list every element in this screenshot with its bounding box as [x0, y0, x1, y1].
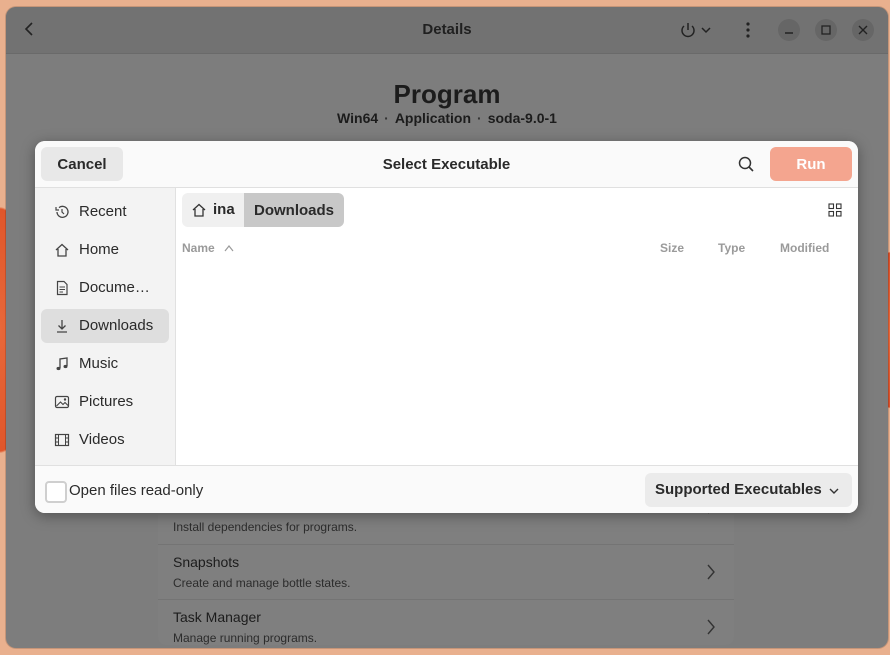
places-sidebar: Recent Home Docume… Downloads Music Pict…	[35, 188, 176, 465]
picture-icon	[54, 395, 70, 409]
run-button[interactable]: Run	[770, 147, 852, 181]
program-arch: Win64	[337, 110, 379, 126]
bottle-actions-list: Install dependencies for programs. Snaps…	[158, 498, 734, 648]
column-header-modified[interactable]: Modified	[780, 241, 829, 255]
sidebar-item-home[interactable]: Home	[41, 233, 169, 267]
file-type-filter-dropdown[interactable]: Supported Executables	[645, 473, 852, 507]
sidebar-item-documents[interactable]: Docume…	[41, 271, 169, 305]
meta-separator: ·	[477, 110, 482, 126]
search-icon[interactable]	[735, 153, 757, 175]
list-item-description: Install dependencies for programs.	[173, 520, 358, 534]
document-icon	[56, 280, 68, 296]
maximize-icon	[821, 25, 831, 35]
meta-separator: ·	[384, 110, 389, 126]
sidebar-item-label: Docume…	[79, 279, 150, 296]
sidebar-item-music[interactable]: Music	[41, 347, 169, 381]
sidebar-item-label: Music	[79, 355, 119, 372]
sidebar-item-label: Pictures	[79, 393, 134, 410]
dialog-footer: Open files read-only Supported Executabl…	[35, 465, 858, 513]
home-icon	[55, 243, 69, 257]
breadcrumb: ina Downloads	[182, 193, 345, 227]
sidebar-item-recent[interactable]: Recent	[41, 195, 169, 229]
program-meta: Win64 · Application · soda-9.0-1	[6, 110, 888, 126]
list-item-description: Create and manage bottle states.	[173, 576, 351, 590]
column-header-size[interactable]: Size	[660, 241, 684, 255]
program-name: Program	[393, 79, 501, 109]
close-button[interactable]	[852, 19, 874, 41]
download-icon	[57, 320, 67, 333]
breadcrumb-home-label: ina	[213, 201, 235, 218]
program-type: Application	[394, 110, 472, 126]
dialog-header: Cancel Select Executable Run	[35, 141, 858, 188]
close-icon	[858, 25, 868, 35]
chevron-right-icon	[707, 564, 715, 580]
clock-icon	[55, 205, 69, 218]
program-runner: soda-9.0-1	[487, 110, 557, 126]
sort-ascending-icon	[224, 245, 234, 252]
column-header-name[interactable]: Name	[182, 241, 234, 255]
list-item-title: Task Manager	[173, 609, 261, 625]
minimize-icon	[785, 32, 793, 34]
chevron-down-icon	[829, 488, 839, 494]
read-only-checkbox[interactable]	[45, 481, 67, 503]
list-item-snapshots[interactable]: Snapshots Create and manage bottle state…	[158, 544, 734, 600]
maximize-button[interactable]	[815, 19, 837, 41]
grid-view-icon[interactable]	[828, 203, 842, 217]
list-item-title: Snapshots	[173, 554, 240, 570]
sidebar-item-label: Videos	[79, 431, 125, 448]
column-name-label: Name	[182, 241, 215, 255]
read-only-label: Open files read-only	[69, 482, 204, 499]
breadcrumb-home[interactable]: ina	[182, 193, 244, 227]
filter-selected-label: Supported Executables	[655, 481, 822, 498]
list-item-task-manager[interactable]: Task Manager Manage running programs.	[158, 599, 734, 648]
list-item-description: Manage running programs.	[173, 631, 318, 645]
minimize-button[interactable]	[778, 19, 800, 41]
sidebar-item-label: Recent	[79, 203, 127, 220]
more-options-icon[interactable]	[740, 19, 756, 41]
film-icon	[54, 433, 70, 447]
sidebar-item-pictures[interactable]: Pictures	[41, 385, 169, 419]
home-icon	[192, 203, 206, 217]
breadcrumb-current[interactable]: Downloads	[244, 193, 345, 227]
sidebar-item-downloads[interactable]: Downloads	[41, 309, 169, 343]
column-header-type[interactable]: Type	[718, 241, 745, 255]
file-list-pane: ina Downloads Name Size Type Modified	[176, 188, 858, 465]
sidebar-item-videos[interactable]: Videos	[41, 423, 169, 457]
power-menu-icon[interactable]	[678, 19, 718, 41]
sidebar-item-label: Home	[79, 241, 120, 258]
chevron-right-icon	[707, 619, 715, 635]
header-bar: Details	[6, 7, 888, 54]
music-icon	[56, 357, 68, 371]
file-chooser-dialog: Cancel Select Executable Run Recent Home…	[35, 141, 858, 513]
sidebar-item-label: Downloads	[79, 317, 154, 334]
